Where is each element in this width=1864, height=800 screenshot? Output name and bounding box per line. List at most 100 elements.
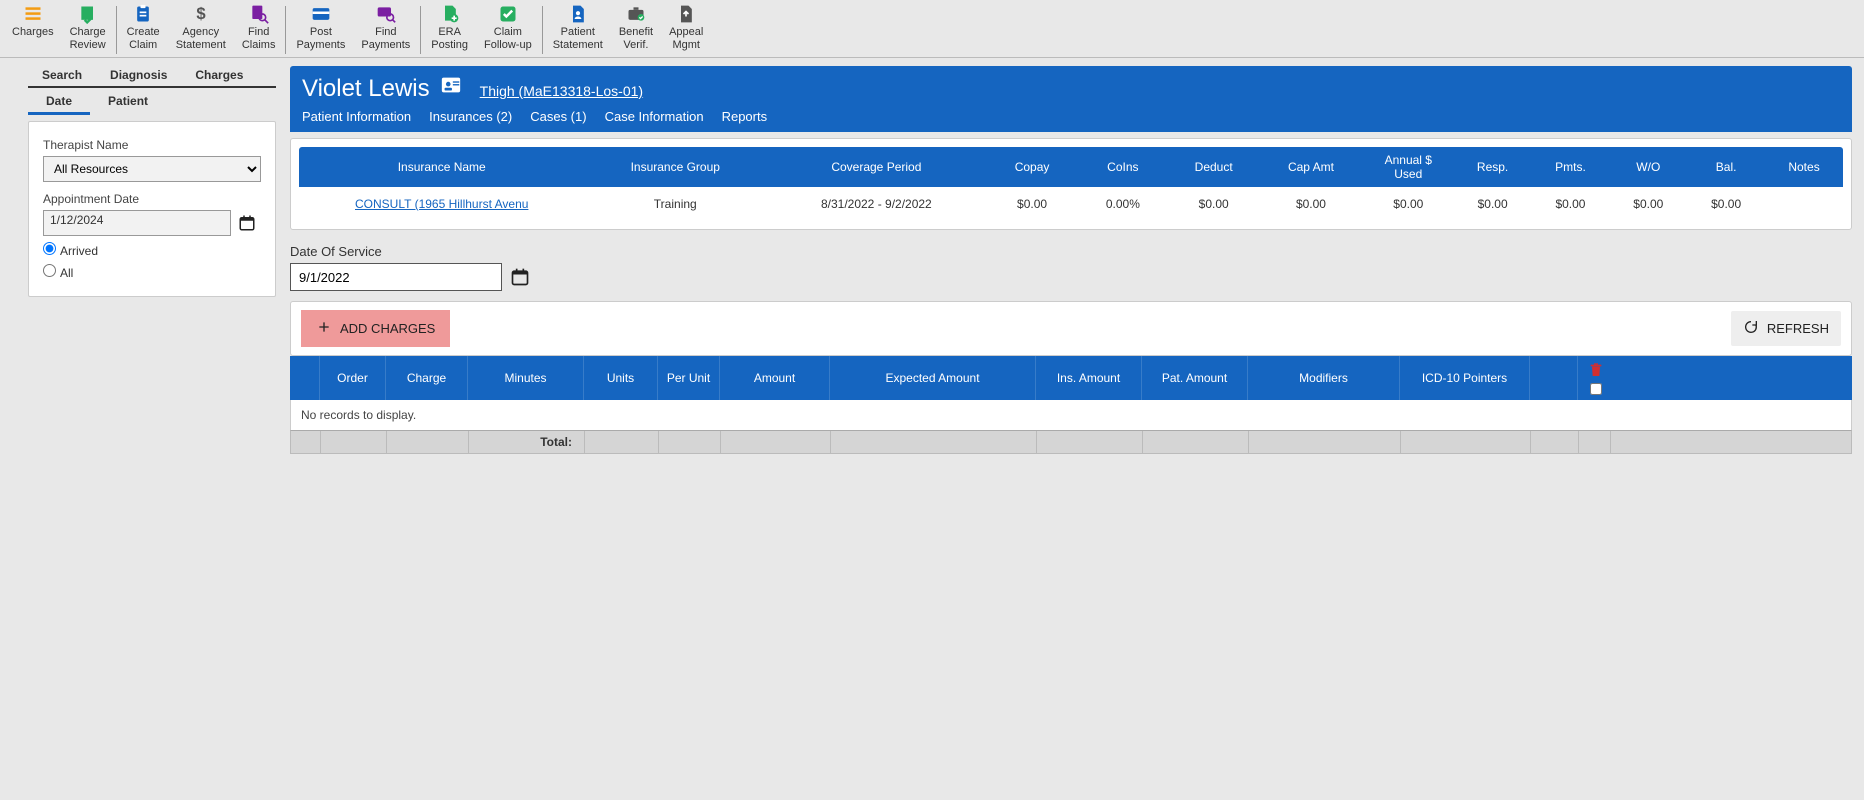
radio-all[interactable]: All	[43, 266, 73, 280]
subnav-cases[interactable]: Cases (1)	[530, 109, 586, 124]
cell-bal: $0.00	[1687, 187, 1765, 221]
col-units[interactable]: Units	[584, 356, 658, 400]
calendar-icon[interactable]	[237, 213, 257, 233]
col-resp[interactable]: Resp.	[1454, 147, 1532, 187]
svg-text:$: $	[196, 4, 206, 23]
col-amount[interactable]: Amount	[720, 356, 830, 400]
insurance-name-link[interactable]: CONSULT (1965 Hillhurst Avenu	[355, 197, 528, 211]
file-user-icon	[565, 4, 591, 24]
toolbar-charges[interactable]: Charges	[4, 2, 62, 56]
charges-grid: Order Charge Minutes Units Per Unit Amou…	[290, 356, 1852, 454]
date-of-service-section: Date Of Service	[290, 244, 1852, 291]
toolbar-find-claims[interactable]: Find Claims	[234, 2, 284, 56]
toolbar-separator	[542, 6, 543, 54]
col-bal[interactable]: Bal.	[1687, 147, 1765, 187]
tab-patient[interactable]: Patient	[90, 90, 166, 115]
col-wo[interactable]: W/O	[1609, 147, 1687, 187]
col-minutes[interactable]: Minutes	[468, 356, 584, 400]
col-coins[interactable]: CoIns	[1077, 147, 1168, 187]
toolbar-post-payments[interactable]: Post Payments	[288, 2, 353, 56]
dollar-icon: $	[188, 4, 214, 24]
briefcase-icon	[623, 4, 649, 24]
cell-annual: $0.00	[1363, 187, 1454, 221]
col-deduct[interactable]: Deduct	[1168, 147, 1259, 187]
appointment-date-input[interactable]: 1/12/2024	[43, 210, 231, 236]
col-expected[interactable]: Expected Amount	[830, 356, 1036, 400]
col-copay[interactable]: Copay	[987, 147, 1078, 187]
col-annual[interactable]: Annual $ Used	[1363, 147, 1454, 187]
left-panel: Search Diagnosis Charges Date Patient Th…	[0, 58, 280, 454]
clipboard-icon	[130, 4, 156, 24]
toolbar-separator	[420, 6, 421, 54]
refresh-button[interactable]: REFRESH	[1731, 311, 1841, 346]
col-coverage[interactable]: Coverage Period	[766, 147, 987, 187]
cell-pmts: $0.00	[1532, 187, 1610, 221]
action-bar: ADD CHARGES REFRESH	[290, 301, 1852, 356]
cell-deduct: $0.00	[1168, 187, 1259, 221]
cell-coins: 0.00%	[1077, 187, 1168, 221]
subnav-insurances[interactable]: Insurances (2)	[429, 109, 512, 124]
patient-subnav: Patient Information Insurances (2) Cases…	[302, 109, 1840, 132]
toolbar-era-posting[interactable]: ERA Posting	[423, 2, 476, 56]
col-icd10[interactable]: ICD-10 Pointers	[1400, 356, 1530, 400]
main-content: Violet Lewis Thigh (MaE13318-Los-01) Pat…	[280, 58, 1864, 454]
tab-diagnosis[interactable]: Diagnosis	[96, 64, 181, 86]
insurance-row: CONSULT (1965 Hillhurst Avenu Training 8…	[299, 187, 1843, 221]
cell-resp: $0.00	[1454, 187, 1532, 221]
toolbar-separator	[116, 6, 117, 54]
toolbar-separator	[285, 6, 286, 54]
subnav-patient-info[interactable]: Patient Information	[302, 109, 411, 124]
cell-period: 8/31/2022 - 9/2/2022	[766, 187, 987, 221]
col-per-unit[interactable]: Per Unit	[658, 356, 720, 400]
therapist-label: Therapist Name	[43, 138, 261, 152]
patient-card-icon[interactable]	[440, 74, 462, 103]
trash-icon[interactable]	[1588, 362, 1604, 381]
col-notes[interactable]: Notes	[1765, 147, 1843, 187]
col-blank	[290, 356, 320, 400]
tab-date[interactable]: Date	[28, 90, 90, 115]
select-all-checkbox[interactable]	[1590, 383, 1602, 395]
toolbar-charge-review[interactable]: Charge Review	[62, 2, 114, 56]
col-pmts[interactable]: Pmts.	[1532, 147, 1610, 187]
toolbar-claim-follow-up[interactable]: Claim Follow-up	[476, 2, 540, 56]
patient-header: Violet Lewis Thigh (MaE13318-Los-01) Pat…	[290, 66, 1852, 132]
cell-wo: $0.00	[1609, 187, 1687, 221]
file-plus-icon	[437, 4, 463, 24]
toolbar-create-claim[interactable]: Create Claim	[119, 2, 168, 56]
dos-input[interactable]	[290, 263, 502, 291]
col-modifiers[interactable]: Modifiers	[1248, 356, 1400, 400]
toolbar-appeal-mgmt[interactable]: Appeal Mgmt	[661, 2, 711, 56]
calendar-icon[interactable]	[510, 267, 530, 287]
total-label: Total:	[469, 431, 585, 453]
subnav-reports[interactable]: Reports	[722, 109, 768, 124]
patient-name: Violet Lewis	[302, 74, 462, 103]
toolbar-agency-statement[interactable]: $Agency Statement	[168, 2, 234, 56]
cell-cap: $0.00	[1259, 187, 1363, 221]
col-charge[interactable]: Charge	[386, 356, 468, 400]
grid-empty-message: No records to display.	[290, 400, 1852, 430]
toolbar-benefit-verif.[interactable]: Benefit Verif.	[611, 2, 661, 56]
col-ins-amt[interactable]: Ins. Amount	[1036, 356, 1142, 400]
cell-notes	[1765, 187, 1843, 221]
tab-search[interactable]: Search	[28, 64, 96, 86]
toolbar-find-payments[interactable]: Find Payments	[353, 2, 418, 56]
review-icon	[75, 4, 101, 24]
col-insurance-name[interactable]: Insurance Name	[299, 147, 584, 187]
filter-panel: Therapist Name All Resources Appointment…	[28, 121, 276, 297]
radio-arrived[interactable]: Arrived	[43, 244, 98, 258]
add-charges-button[interactable]: ADD CHARGES	[301, 310, 450, 347]
plus-icon	[316, 319, 332, 338]
list-icon	[20, 4, 46, 24]
col-pat-amt[interactable]: Pat. Amount	[1142, 356, 1248, 400]
tab-charges[interactable]: Charges	[181, 64, 257, 86]
case-link[interactable]: Thigh (MaE13318-Los-01)	[480, 83, 643, 99]
therapist-select[interactable]: All Resources	[43, 156, 261, 182]
card-icon	[308, 4, 334, 24]
search-doc-icon	[246, 4, 272, 24]
subnav-case-info[interactable]: Case Information	[605, 109, 704, 124]
col-order[interactable]: Order	[320, 356, 386, 400]
col-insurance-group[interactable]: Insurance Group	[584, 147, 766, 187]
toolbar-patient-statement[interactable]: Patient Statement	[545, 2, 611, 56]
col-cap[interactable]: Cap Amt	[1259, 147, 1363, 187]
refresh-icon	[1743, 319, 1759, 338]
